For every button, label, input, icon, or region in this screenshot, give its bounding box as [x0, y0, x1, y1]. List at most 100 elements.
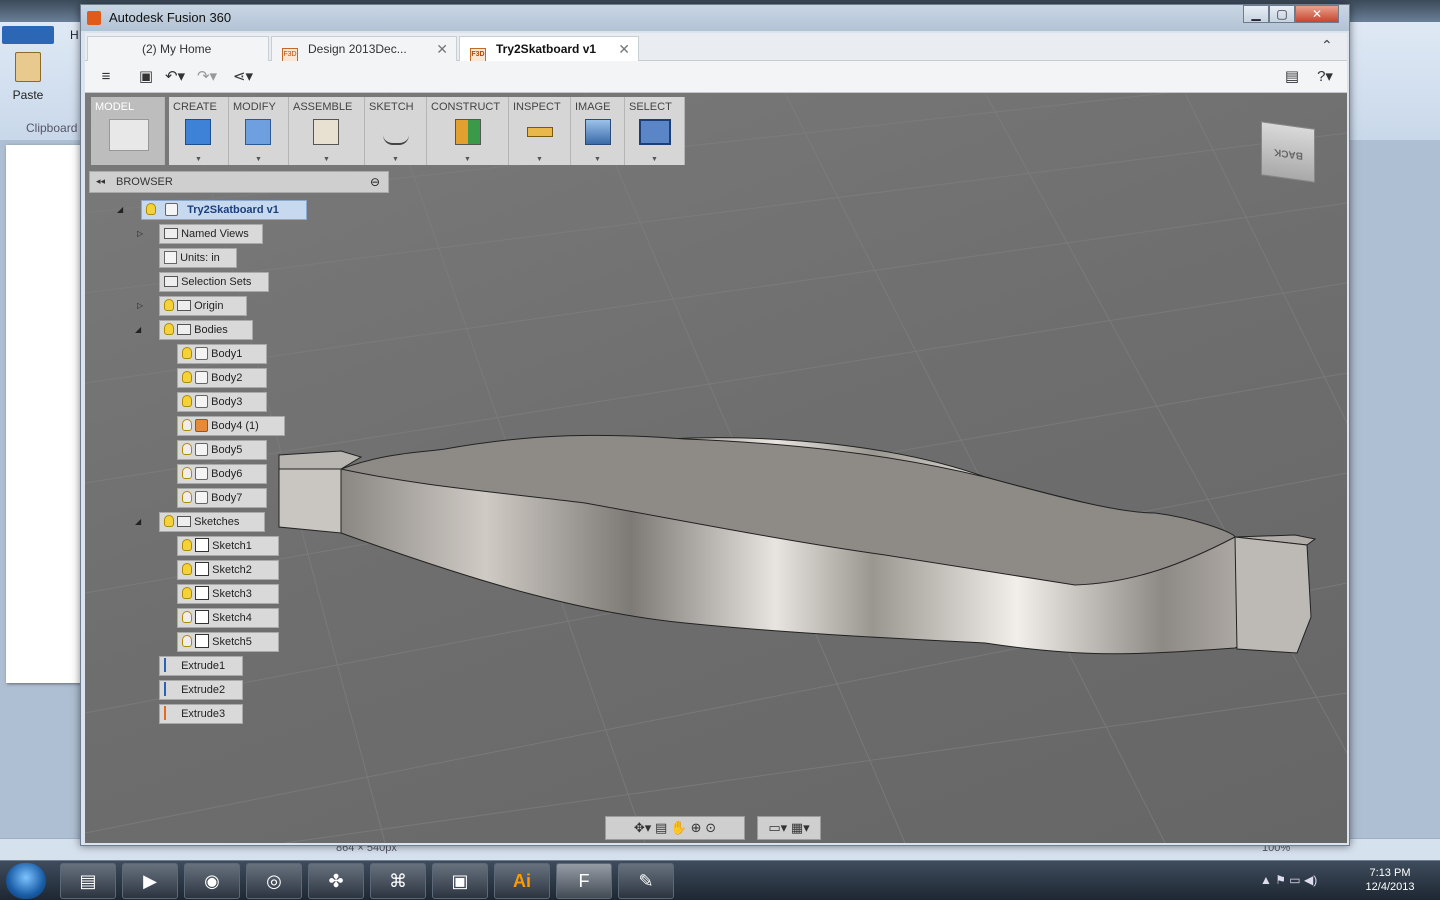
paint-icon[interactable]: ✎: [618, 863, 674, 899]
browser-root-node[interactable]: Try2Skatboard v1: [141, 200, 307, 220]
folder-icon: [164, 276, 178, 287]
visibility-bulb-icon[interactable]: [182, 611, 192, 623]
expand-origin-icon[interactable]: ▷: [137, 301, 143, 310]
browser-item-sketch4[interactable]: Sketch4: [177, 608, 279, 628]
help-icon[interactable]: ?▾: [1311, 68, 1339, 86]
visibility-bulb-icon[interactable]: [164, 515, 174, 527]
background-app-menu-button[interactable]: [2, 26, 54, 44]
redo-icon[interactable]: ↷▾: [195, 68, 219, 86]
visibility-bulb-icon[interactable]: [182, 395, 192, 407]
expand-named-views-icon[interactable]: ▷: [137, 229, 143, 238]
tab-my-home[interactable]: (2) My Home: [87, 36, 269, 61]
system-tray[interactable]: ▲ ⚑ ▭ ◀): [1260, 873, 1317, 887]
workspace-switcher[interactable]: MODEL: [91, 97, 165, 165]
browser-item-selection-sets[interactable]: Selection Sets: [159, 272, 269, 292]
tab-try2skatboard[interactable]: F3D Try2Skatboard v1 ✕: [459, 36, 639, 62]
browser-item-body2[interactable]: Body2: [177, 368, 267, 388]
clock[interactable]: 7:13 PM 12/4/2013: [1360, 866, 1420, 894]
visibility-bulb-icon[interactable]: [182, 587, 192, 599]
browser-item-body1[interactable]: Body1: [177, 344, 267, 364]
timeline-extrude2[interactable]: Extrude2: [159, 680, 243, 700]
visibility-bulb-icon[interactable]: [182, 563, 192, 575]
collapse-browser-icon[interactable]: ◂◂: [96, 176, 105, 187]
file-explorer-icon[interactable]: ▤: [60, 863, 116, 899]
timeline-extrude1[interactable]: Extrude1: [159, 656, 243, 676]
window-titlebar[interactable]: Autodesk Fusion 360 ▁ ▢ ✕: [81, 5, 1349, 31]
start-button[interactable]: [6, 863, 46, 899]
construct-menu[interactable]: CONSTRUCT ▼: [427, 97, 509, 165]
fit-icon[interactable]: ⊙: [705, 820, 716, 835]
close-button[interactable]: ✕: [1295, 5, 1339, 23]
minimize-button[interactable]: ▁: [1243, 5, 1269, 23]
visibility-bulb-icon[interactable]: [182, 419, 192, 431]
hamburger-menu-icon[interactable]: ≡: [97, 68, 115, 86]
visibility-bulb-icon[interactable]: [182, 371, 192, 383]
timeline-extrude3[interactable]: Extrude3: [159, 704, 243, 724]
visibility-bulb-icon[interactable]: [182, 635, 192, 647]
modify-menu[interactable]: MODIFY ▼: [229, 97, 289, 165]
visibility-bulb-icon[interactable]: [182, 347, 192, 359]
browser-item-body5[interactable]: Body5: [177, 440, 267, 460]
visibility-bulb-icon[interactable]: [182, 443, 192, 455]
background-ribbon-tab[interactable]: H: [70, 28, 79, 42]
visibility-bulb-icon[interactable]: [182, 467, 192, 479]
inspect-menu[interactable]: INSPECT ▼: [509, 97, 571, 165]
visibility-bulb-icon[interactable]: [164, 299, 174, 311]
create-menu[interactable]: CREATE ▼: [169, 97, 229, 165]
paste-button[interactable]: Paste: [8, 52, 48, 112]
browser-item-named-views[interactable]: Named Views: [159, 224, 263, 244]
browser-item-origin[interactable]: Origin: [159, 296, 247, 316]
pan-icon[interactable]: ✋: [671, 820, 687, 835]
browser-item-units[interactable]: Units: in: [159, 248, 237, 268]
expand-root-icon[interactable]: ◢: [117, 205, 123, 214]
grid-settings-icon[interactable]: ▦▾: [791, 820, 810, 835]
browser-item-sketch5[interactable]: Sketch5: [177, 632, 279, 652]
browser-item-bodies[interactable]: Bodies: [159, 320, 253, 340]
browser-item-sketch1[interactable]: Sketch1: [177, 536, 279, 556]
3d-viewport[interactable]: MODEL CREATE ▼ MODIFY ▼ ASSEMBLE ▼ SKETC…: [85, 93, 1347, 843]
visibility-bulb-icon[interactable]: [182, 491, 192, 503]
visibility-bulb-icon[interactable]: [146, 203, 156, 215]
media-player-icon[interactable]: ▶: [122, 863, 178, 899]
orbit-icon[interactable]: ✥▾: [634, 820, 651, 835]
sketch-menu[interactable]: SKETCH ▼: [365, 97, 427, 165]
tab-design[interactable]: F3D Design 2013Dec... ✕: [271, 36, 457, 62]
share-icon[interactable]: ⋖▾: [229, 68, 257, 86]
browser-item-body6[interactable]: Body6: [177, 464, 267, 484]
browser-item-sketches[interactable]: Sketches: [159, 512, 265, 532]
save-icon[interactable]: ▣: [137, 68, 155, 86]
fusion360-taskbar-icon[interactable]: F: [556, 863, 612, 899]
sketch-curve-icon: [383, 119, 409, 145]
tab-close-icon[interactable]: ✕: [436, 37, 448, 61]
assemble-menu[interactable]: ASSEMBLE ▼: [289, 97, 365, 165]
comments-icon[interactable]: ▤: [1283, 68, 1301, 86]
viewcube[interactable]: BACK: [1257, 117, 1321, 183]
nvidia-icon[interactable]: ▣: [432, 863, 488, 899]
image-menu[interactable]: IMAGE ▼: [571, 97, 625, 165]
zoom-icon[interactable]: ⊕: [691, 820, 702, 835]
undo-icon[interactable]: ↶▾: [163, 68, 187, 86]
browser-item-sketch3[interactable]: Sketch3: [177, 584, 279, 604]
illustrator-icon[interactable]: Ai: [494, 863, 550, 899]
collapse-tabs-icon[interactable]: ⌃: [1321, 37, 1333, 54]
browser-item-sketch2[interactable]: Sketch2: [177, 560, 279, 580]
browser-minimize-icon[interactable]: ⊖: [370, 175, 380, 189]
expand-sketches-icon[interactable]: ◢: [135, 517, 141, 526]
browser-item-body7[interactable]: Body7: [177, 488, 267, 508]
expand-bodies-icon[interactable]: ◢: [135, 325, 141, 334]
firefox-icon[interactable]: ◉: [184, 863, 240, 899]
look-at-icon[interactable]: ▤: [655, 820, 667, 835]
viewcube-face[interactable]: BACK: [1261, 121, 1315, 183]
maximize-button[interactable]: ▢: [1269, 5, 1295, 23]
browser-panel-header[interactable]: ◂◂ BROWSER ⊖: [89, 171, 389, 193]
visibility-bulb-icon[interactable]: [182, 539, 192, 551]
browser-item-body4[interactable]: Body4 (1): [177, 416, 285, 436]
select-menu[interactable]: SELECT ▼: [625, 97, 685, 165]
browser-item-body3[interactable]: Body3: [177, 392, 267, 412]
display-settings-icon[interactable]: ▭▾: [768, 820, 787, 835]
acrobat-icon[interactable]: ⌘: [370, 863, 426, 899]
tab-close-icon[interactable]: ✕: [618, 37, 630, 61]
visibility-bulb-icon[interactable]: [164, 323, 174, 335]
frog-app-icon[interactable]: ✤: [308, 863, 364, 899]
chrome-icon[interactable]: ◎: [246, 863, 302, 899]
